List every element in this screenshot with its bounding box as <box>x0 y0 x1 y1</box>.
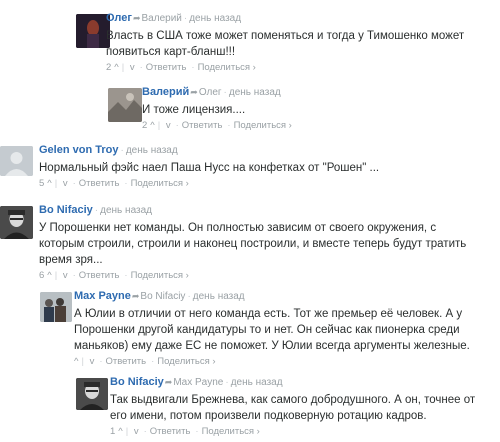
downvote-icon[interactable]: v <box>63 270 68 281</box>
reply-link[interactable]: Ответить <box>79 178 120 189</box>
share-link[interactable]: Поделиться › <box>198 62 256 73</box>
comment: Валерий➦Олег · день назад И тоже лицензия.… <box>108 86 496 134</box>
avatar[interactable] <box>76 14 110 48</box>
comment: Bo Nifaciy➦Max Payne · день назад Так выдв… <box>76 376 496 438</box>
comment-line: Нормальный фэйс наел Паша Нусс на конфет… <box>39 162 380 174</box>
comment-line: появиться карт-бланш!!! <box>106 46 236 58</box>
vote-count: 5 <box>39 178 45 189</box>
comment-author[interactable]: Gelen von Troy <box>39 144 118 156</box>
comment-author[interactable]: Bo Nifaciy <box>110 376 164 388</box>
reply-to-name[interactable]: Олег <box>199 87 222 98</box>
avatar[interactable] <box>0 146 33 176</box>
upvote-icon[interactable]: ^ <box>150 120 154 131</box>
reply-link[interactable]: Ответить <box>182 120 223 131</box>
share-link[interactable]: Поделиться › <box>234 120 292 131</box>
avatar[interactable] <box>40 292 72 322</box>
reply-link[interactable]: Ответить <box>146 62 187 73</box>
comment: Gelen von Troy · день назад Нормальный фэй… <box>0 144 496 190</box>
comment-body: И тоже лицензия.... <box>142 102 496 118</box>
comment-line: И тоже лицензия.... <box>142 104 246 116</box>
reply-arrow-icon: ➦ <box>131 291 140 301</box>
comment-author[interactable]: Max Payne <box>74 290 131 302</box>
downvote-icon[interactable]: v <box>130 62 135 73</box>
vote-count: 2 <box>106 62 112 73</box>
comment-time[interactable]: день назад <box>100 205 152 216</box>
comment-body: А Юлии в отличии от него команда есть. Т… <box>74 306 496 354</box>
default-user-icon <box>0 146 33 176</box>
comment-line: Власть в США тоже может поменяться и тог… <box>106 30 465 42</box>
vote-count: 1 <box>110 426 116 437</box>
comment-author[interactable]: Bo Nifaciy <box>39 204 93 216</box>
share-link[interactable]: Поделиться › <box>157 356 215 367</box>
reply-to-name[interactable]: Валерий <box>142 13 182 24</box>
downvote-icon[interactable]: v <box>90 356 95 367</box>
avatar[interactable] <box>0 206 33 239</box>
upvote-icon[interactable]: ^ <box>118 426 122 437</box>
dark-figure-icon <box>76 14 110 48</box>
man-portrait-icon <box>76 378 108 410</box>
upvote-icon[interactable]: ^ <box>47 270 51 281</box>
downvote-icon[interactable]: v <box>166 120 171 131</box>
reply-link[interactable]: Ответить <box>79 270 120 281</box>
reply-link[interactable]: Ответить <box>150 426 191 437</box>
comment-author[interactable]: Валерий <box>142 86 189 98</box>
comment-time[interactable]: день назад <box>229 87 281 98</box>
comment: Max Payne➦Bo Nifaciy · день назад А Юлии в… <box>40 290 496 367</box>
avatar[interactable] <box>108 88 142 122</box>
comment-time[interactable]: день назад <box>193 291 245 302</box>
reply-to-name[interactable]: Bo Nifaciy <box>140 291 185 302</box>
share-link[interactable]: Поделиться › <box>131 270 189 281</box>
upvote-icon[interactable]: ^ <box>74 356 78 367</box>
reply-arrow-icon: ➦ <box>164 377 173 387</box>
downvote-icon[interactable]: v <box>63 178 68 189</box>
comment-time[interactable]: день назад <box>231 377 283 388</box>
downvote-icon[interactable]: v <box>134 426 139 437</box>
comment-line: время зря... <box>39 254 103 266</box>
vote-count: 2 <box>142 120 148 131</box>
comment-body: Власть в США тоже может поменяться и тог… <box>106 28 496 60</box>
upvote-icon[interactable]: ^ <box>114 62 118 73</box>
comment-body: Нормальный фэйс наел Паша Нусс на конфет… <box>39 160 496 176</box>
comment-time[interactable]: день назад <box>189 13 241 24</box>
vote-count: 6 <box>39 270 45 281</box>
group-photo-icon <box>40 292 72 322</box>
comment-body: Так выдвигали Брежнева, как самого добро… <box>110 392 496 424</box>
share-link[interactable]: Поделиться › <box>131 178 189 189</box>
share-link[interactable]: Поделиться › <box>202 426 260 437</box>
reply-arrow-icon: ➦ <box>190 87 198 97</box>
avatar[interactable] <box>76 378 108 410</box>
comment-time[interactable]: день назад <box>126 145 178 156</box>
comment-line: маньяков) ему даже ЕС не поможет. У Юлии… <box>74 340 470 352</box>
man-portrait-icon <box>0 206 33 239</box>
comment-line: Так выдвигали Брежнева, как самого добро… <box>110 394 476 406</box>
comment: Олег➦Валерий · день назад Власть в США тож… <box>76 12 496 76</box>
comment-line: Порошенки другой кандидатуры то и нет. О… <box>74 324 460 336</box>
comment-body: У Порошенки нет команды. Он полностью за… <box>39 220 496 268</box>
comment-line: его имени, потом произвели подковерную р… <box>110 410 427 422</box>
grey-photo-icon <box>108 88 142 122</box>
reply-arrow-icon: ➦ <box>132 13 141 23</box>
comment-line: которым строили, строили и наконец постр… <box>39 238 467 250</box>
comment-author[interactable]: Олег <box>106 12 132 24</box>
reply-to-name[interactable]: Max Payne <box>173 377 223 388</box>
upvote-icon[interactable]: ^ <box>47 178 51 189</box>
comment-line: У Порошенки нет команды. Он полностью за… <box>39 222 437 234</box>
comment: Bo Nifaciy · день назад У Порошенки нет ко… <box>0 204 496 281</box>
reply-link[interactable]: Ответить <box>106 356 147 367</box>
comment-line: А Юлии в отличии от него команда есть. Т… <box>74 308 463 320</box>
